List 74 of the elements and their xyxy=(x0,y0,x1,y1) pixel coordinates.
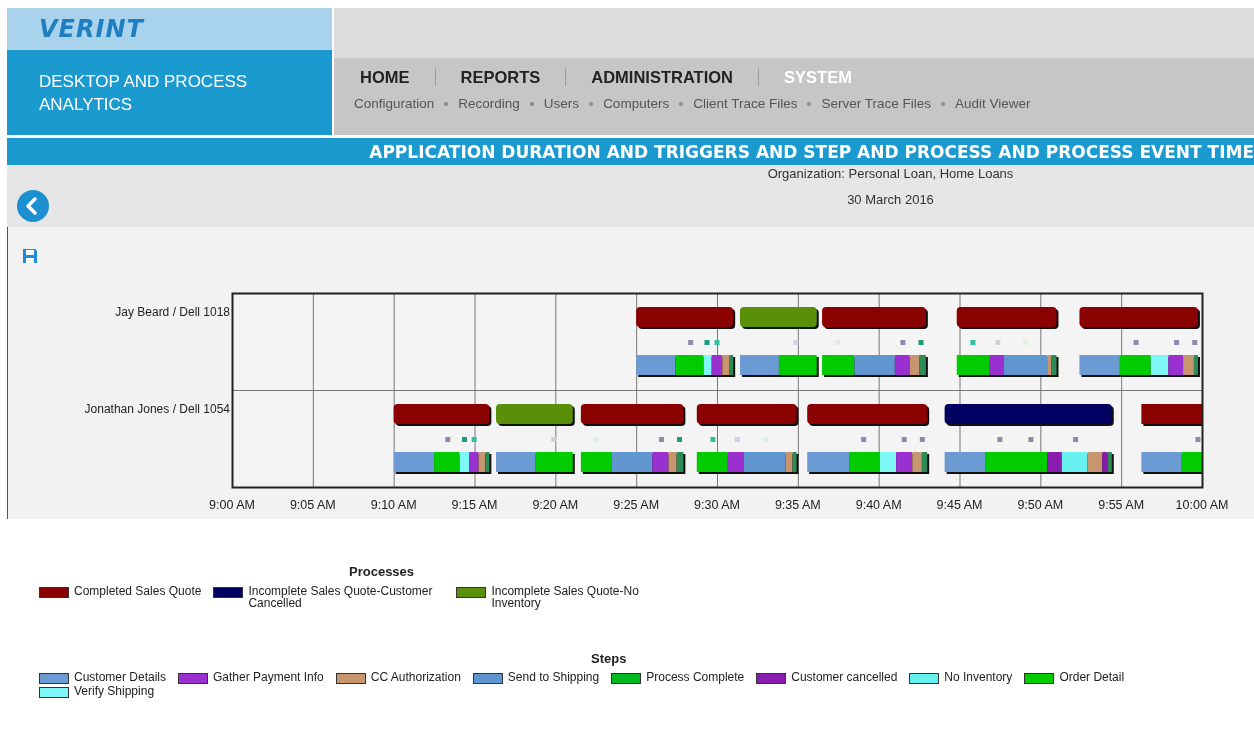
legend-label: Customer cancelled xyxy=(791,671,898,683)
event-marker xyxy=(445,437,451,442)
event-marker xyxy=(861,437,867,442)
event-marker xyxy=(551,437,557,442)
event-marker xyxy=(471,437,477,442)
legend-label: Incomplete Sales Quote-Customer Cancelled xyxy=(248,585,434,609)
event-marker xyxy=(688,340,694,345)
axis-label: 9:45 AM xyxy=(936,498,983,512)
subnav-link[interactable]: Users xyxy=(543,96,580,111)
event-marker xyxy=(677,437,682,442)
legend-label: Completed Sales Quote xyxy=(74,585,202,597)
event-marker xyxy=(1133,340,1139,345)
event-marker xyxy=(970,340,976,345)
event-marker xyxy=(901,437,907,442)
legend-label: Process Complete xyxy=(646,671,745,683)
subnav-link[interactable]: Audit Viewer xyxy=(955,96,1031,111)
subnav-link[interactable]: Client Trace Files xyxy=(693,96,798,111)
back-icon[interactable] xyxy=(17,190,49,222)
event-marker xyxy=(704,340,710,345)
nav-tab[interactable]: ADMINISTRATION xyxy=(565,68,759,86)
nav-tab[interactable]: HOME xyxy=(354,68,435,86)
event-marker xyxy=(714,340,720,345)
event-marker xyxy=(710,437,716,442)
axis-label: 9:40 AM xyxy=(855,498,902,512)
event-marker xyxy=(1192,340,1198,345)
event-marker xyxy=(659,437,665,442)
axis-label: 9:35 AM xyxy=(774,498,821,512)
legend-label: Send to Shipping xyxy=(507,671,600,683)
axis-label: 9:10 AM xyxy=(370,498,417,512)
legend-label: Incomplete Sales Quote-No Inventory xyxy=(491,585,640,609)
legend-label: No Inventory xyxy=(944,671,1013,683)
event-marker xyxy=(919,437,925,442)
save-icon[interactable] xyxy=(22,248,38,264)
event-marker xyxy=(1073,437,1079,442)
subnav-link[interactable]: Server Trace Files xyxy=(821,96,931,111)
process-bar xyxy=(1141,404,1202,426)
event-marker xyxy=(1174,340,1180,345)
legend-title: Steps xyxy=(590,651,628,666)
event-marker xyxy=(1195,437,1201,442)
event-marker xyxy=(462,437,467,442)
row-label: Jonathan Jones / Dell 1054 xyxy=(84,402,230,416)
subnav-link[interactable]: Recording xyxy=(458,96,520,111)
event-marker xyxy=(995,340,1001,345)
step-bar xyxy=(1141,452,1202,474)
legend-label: Gather Payment Info xyxy=(213,671,324,683)
report-date: 30 March 2016 xyxy=(847,192,934,207)
axis-label: 9:20 AM xyxy=(532,498,579,512)
event-marker xyxy=(997,437,1003,442)
axis-label: 9:00 AM xyxy=(209,498,255,512)
event-marker xyxy=(734,437,740,442)
organization-text: Organization: Personal Loan, Home Loans xyxy=(767,166,1014,181)
legend-label: Customer Details xyxy=(74,671,167,683)
nav-tab[interactable]: REPORTS xyxy=(434,68,566,86)
event-marker xyxy=(1028,437,1034,442)
legend-title: Processes xyxy=(348,564,416,579)
report-title: APPLICATION DURATION AND TRIGGERS AND STEP AND PROCESS AND PROCESS EVENT TIME xyxy=(369,141,1254,162)
product-name: DESKTOP AND PROCESS ANALYTICS xyxy=(7,50,332,135)
subnav-link[interactable]: Configuration xyxy=(354,96,435,111)
axis-label: 9:50 AM xyxy=(1017,498,1064,512)
row-label: Jay Beard / Dell 1018 xyxy=(115,305,230,319)
axis-label: 9:15 AM xyxy=(451,498,498,512)
event-marker xyxy=(918,340,924,345)
axis-label: 10:00 AM xyxy=(1175,498,1229,512)
legend-label: CC Authorization xyxy=(370,671,461,683)
legend-label: Verify Shipping xyxy=(74,685,155,697)
axis-label: 9:05 AM xyxy=(289,498,336,512)
logo: VERINT xyxy=(39,15,144,43)
event-marker xyxy=(793,340,799,345)
legend-label: Order Detail xyxy=(1059,671,1125,683)
subnav-link[interactable]: Computers xyxy=(603,96,670,111)
axis-label: 9:55 AM xyxy=(1098,498,1145,512)
axis-label: 9:30 AM xyxy=(694,498,740,512)
event-marker xyxy=(900,340,906,345)
axis-label: 9:25 AM xyxy=(613,498,660,512)
